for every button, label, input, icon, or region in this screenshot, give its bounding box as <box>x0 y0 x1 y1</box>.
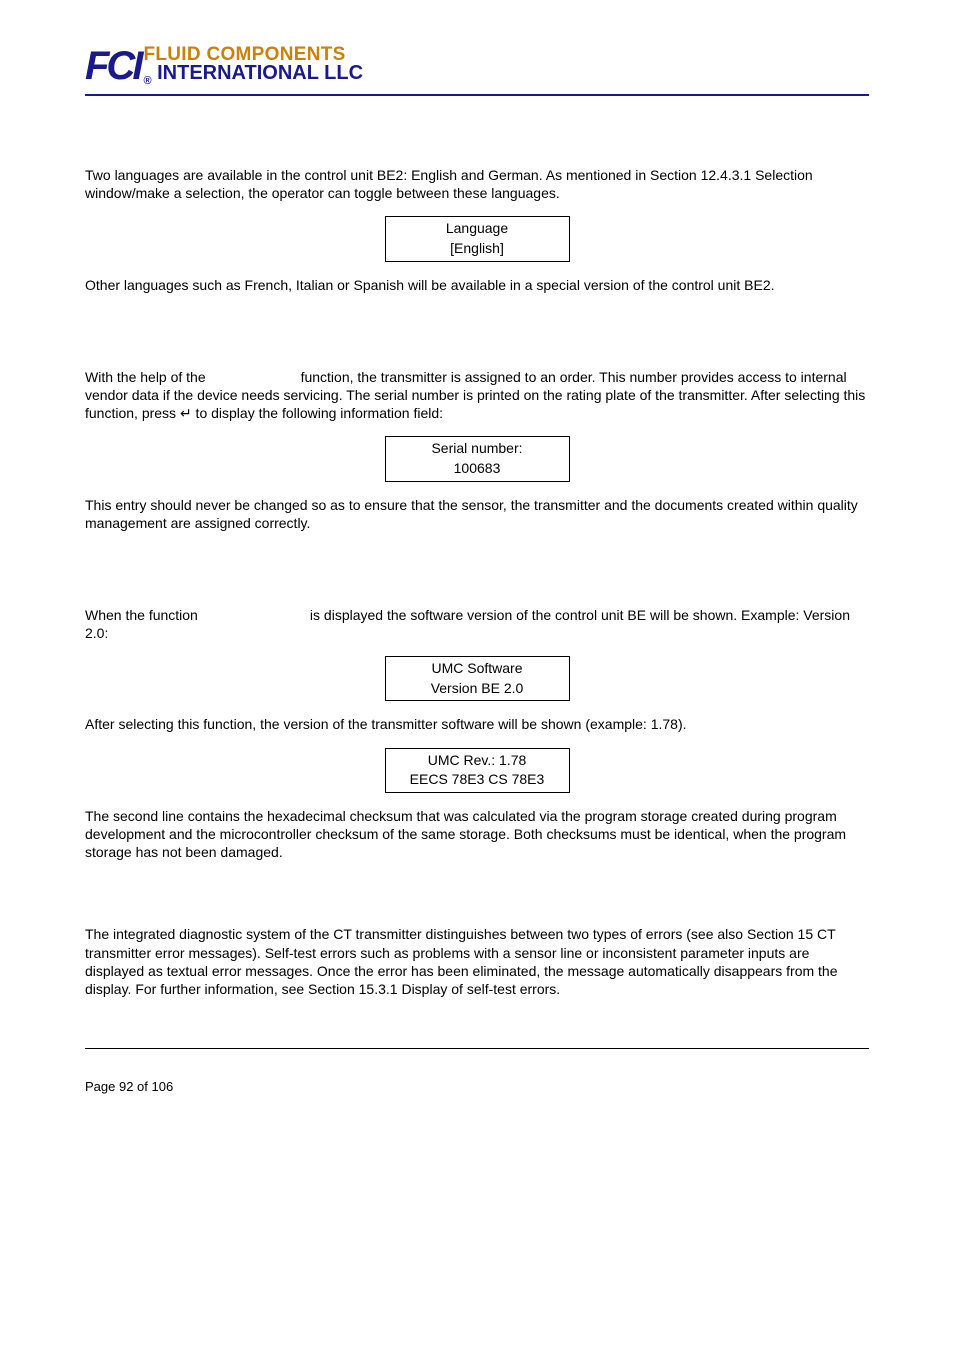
display-box-umcsoftware: UMC Software Version BE 2.0 <box>385 656 570 701</box>
display-box-language: Language [English] <box>385 216 570 261</box>
footer-divider <box>85 1048 869 1049</box>
s1-paragraph-1: Two languages are available in the contr… <box>85 166 869 202</box>
s3-paragraph-2: After selecting this function, the versi… <box>85 715 869 733</box>
text-span: When the function <box>85 607 202 623</box>
header-divider <box>85 94 869 96</box>
display-line: [English] <box>386 239 569 259</box>
logo-line2: ® INTERNATIONAL LLC <box>143 64 363 86</box>
s1-paragraph-2: Other languages such as French, Italian … <box>85 276 869 294</box>
logo-wrapper: FCI FLUID COMPONENTS ® INTERNATIONAL LLC <box>85 40 869 92</box>
s3-paragraph-3: The second line contains the hexadecimal… <box>85 807 869 862</box>
s3-paragraph-1: When the function Software version is di… <box>85 606 869 642</box>
display-box-serial: Serial number: 100683 <box>385 436 570 481</box>
display-line: Version BE 2.0 <box>386 679 569 699</box>
display-line: 100683 <box>386 459 569 479</box>
logo-text: FLUID COMPONENTS ® INTERNATIONAL LLC <box>143 46 363 86</box>
display-line: Language <box>386 219 569 239</box>
text-span: With the help of the <box>85 369 210 385</box>
s2-paragraph-2: This entry should never be changed so as… <box>85 496 869 532</box>
display-box-umcrev: UMC Rev.: 1.78 EECS 78E3 CS 78E3 <box>385 748 570 793</box>
header-logo: FCI FLUID COMPONENTS ® INTERNATIONAL LLC <box>85 40 869 92</box>
logo-fci: FCI <box>85 40 140 92</box>
display-line: Serial number: <box>386 439 569 459</box>
s2-paragraph-1: With the help of the Serial number funct… <box>85 368 869 423</box>
display-line: EECS 78E3 CS 78E3 <box>386 770 569 790</box>
s4-paragraph-1: The integrated diagnostic system of the … <box>85 925 869 998</box>
logo-line2-text: INTERNATIONAL LLC <box>157 62 363 84</box>
page-number: Page 92 of 106 <box>85 1079 869 1096</box>
display-line: UMC Rev.: 1.78 <box>386 751 569 771</box>
display-line: UMC Software <box>386 659 569 679</box>
